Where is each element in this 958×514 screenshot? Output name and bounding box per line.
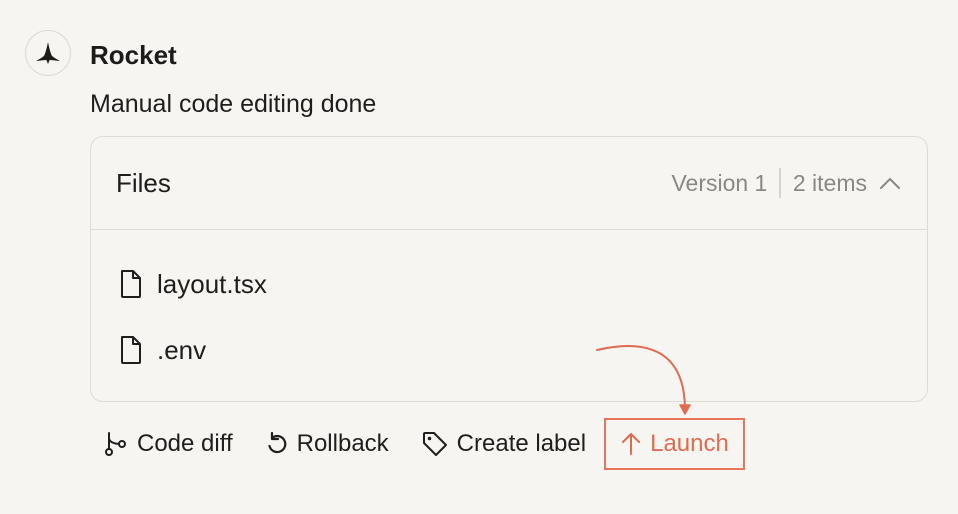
file-item-env[interactable]: .env — [118, 334, 206, 366]
code-diff-label: Code diff — [137, 430, 233, 457]
file-icon — [118, 335, 146, 365]
message-actions: Code diff Rollback Create label Launch — [103, 418, 745, 470]
rollback-button[interactable]: Rollback — [265, 429, 389, 459]
message-text: Manual code editing done — [90, 90, 377, 118]
launch-label: Launch — [650, 430, 729, 457]
arrow-up-icon — [620, 431, 642, 457]
create-label-button[interactable]: Create label — [421, 429, 586, 459]
file-name: layout.tsx — [157, 269, 267, 299]
rocket-avatar — [25, 30, 71, 76]
files-panel-meta: Version 1 2 items — [671, 168, 901, 198]
file-icon — [118, 269, 146, 299]
file-item-layout-tsx[interactable]: layout.tsx — [118, 268, 267, 300]
rollback-label: Rollback — [296, 430, 389, 457]
chevron-up-icon[interactable] — [879, 176, 901, 190]
launch-button[interactable]: Launch — [604, 418, 745, 470]
file-name: .env — [157, 335, 207, 365]
chat-message: Rocket Manual code editing done Files Ve… — [0, 0, 958, 514]
create-label-label: Create label — [456, 430, 587, 457]
item-count: 2 items — [792, 170, 867, 196]
code-diff-button[interactable]: Code diff — [103, 429, 233, 459]
message-author: Rocket — [90, 40, 177, 70]
files-panel-title: Files — [116, 168, 171, 198]
rocket-logo-icon — [36, 42, 60, 64]
meta-divider — [779, 168, 781, 198]
git-branch-icon — [103, 430, 129, 458]
tag-icon — [421, 430, 449, 458]
files-panel-header[interactable]: Files Version 1 2 items — [91, 137, 927, 230]
rollback-icon — [265, 431, 289, 457]
files-panel: Files Version 1 2 items layout.tsx .env — [90, 136, 928, 402]
version-label: Version 1 — [671, 170, 768, 196]
launch-hint-arrow — [596, 345, 691, 415]
